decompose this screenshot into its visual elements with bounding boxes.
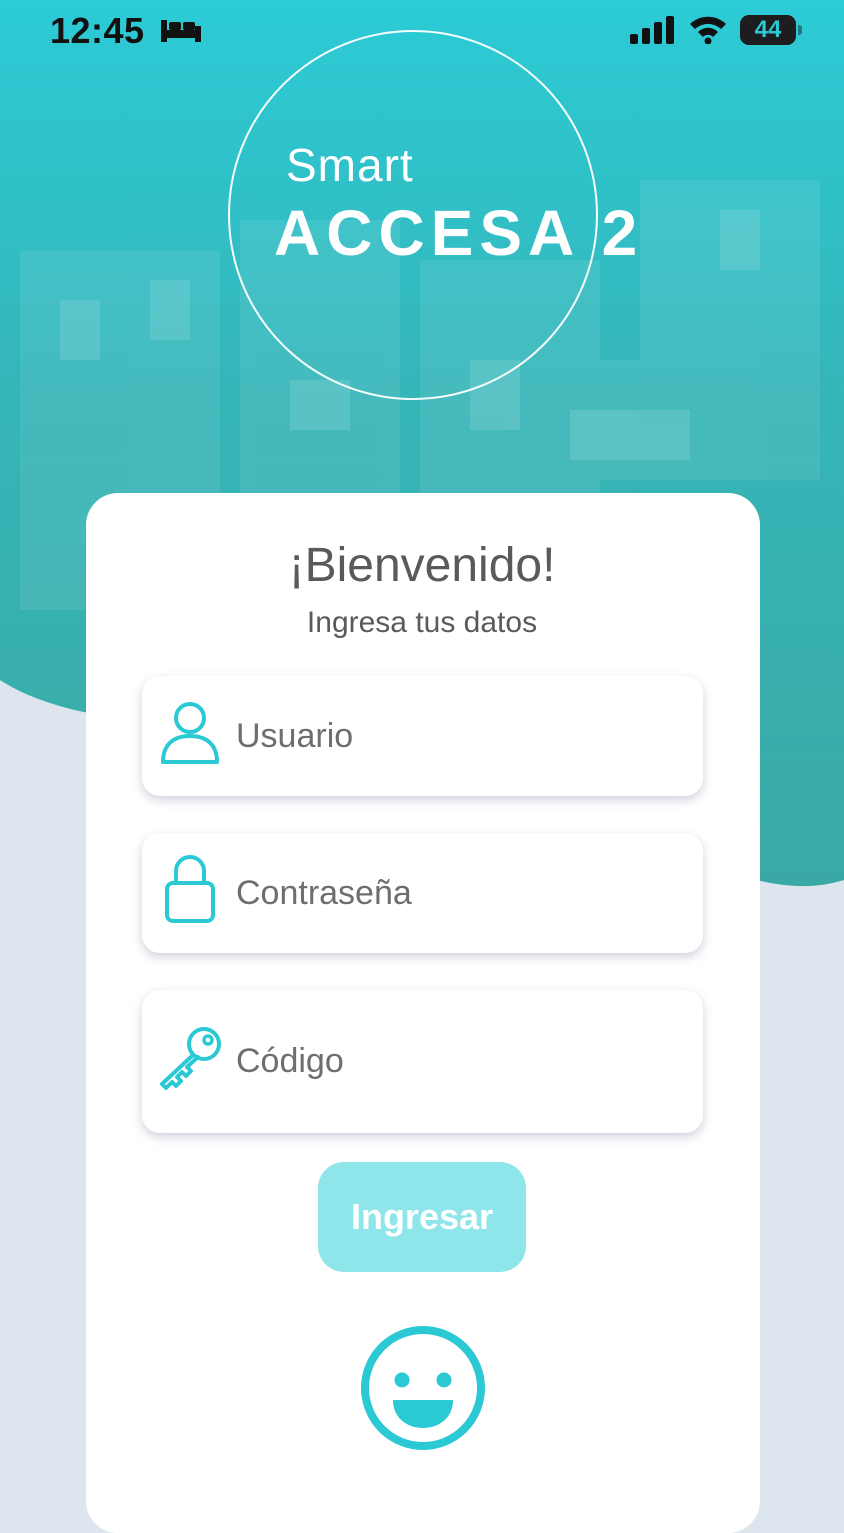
wifi-icon	[690, 16, 726, 44]
logo-smart: Smart	[286, 139, 414, 191]
face-id-icon[interactable]	[359, 1324, 487, 1452]
signal-icon	[630, 16, 674, 44]
bed-icon	[161, 20, 201, 42]
lock-icon	[165, 855, 215, 923]
battery-icon: 44	[740, 15, 796, 45]
code-input[interactable]	[236, 990, 683, 1133]
password-input[interactable]	[236, 833, 683, 953]
welcome-subtitle: Ingresa tus datos	[306, 606, 538, 639]
password-field[interactable]	[142, 833, 703, 953]
username-field[interactable]	[142, 676, 703, 796]
user-icon	[161, 702, 219, 764]
code-field[interactable]	[142, 990, 703, 1133]
status-time: 12:45	[50, 10, 145, 51]
battery-level: 44	[754, 16, 782, 43]
battery-nub	[798, 25, 802, 35]
login-button[interactable]: Ingresar	[318, 1162, 526, 1272]
key-icon	[160, 1027, 221, 1090]
welcome-title: ¡Bienvenido!	[288, 539, 556, 592]
username-input[interactable]	[236, 676, 683, 796]
logo-accesa: ACCESA 2	[274, 197, 644, 269]
